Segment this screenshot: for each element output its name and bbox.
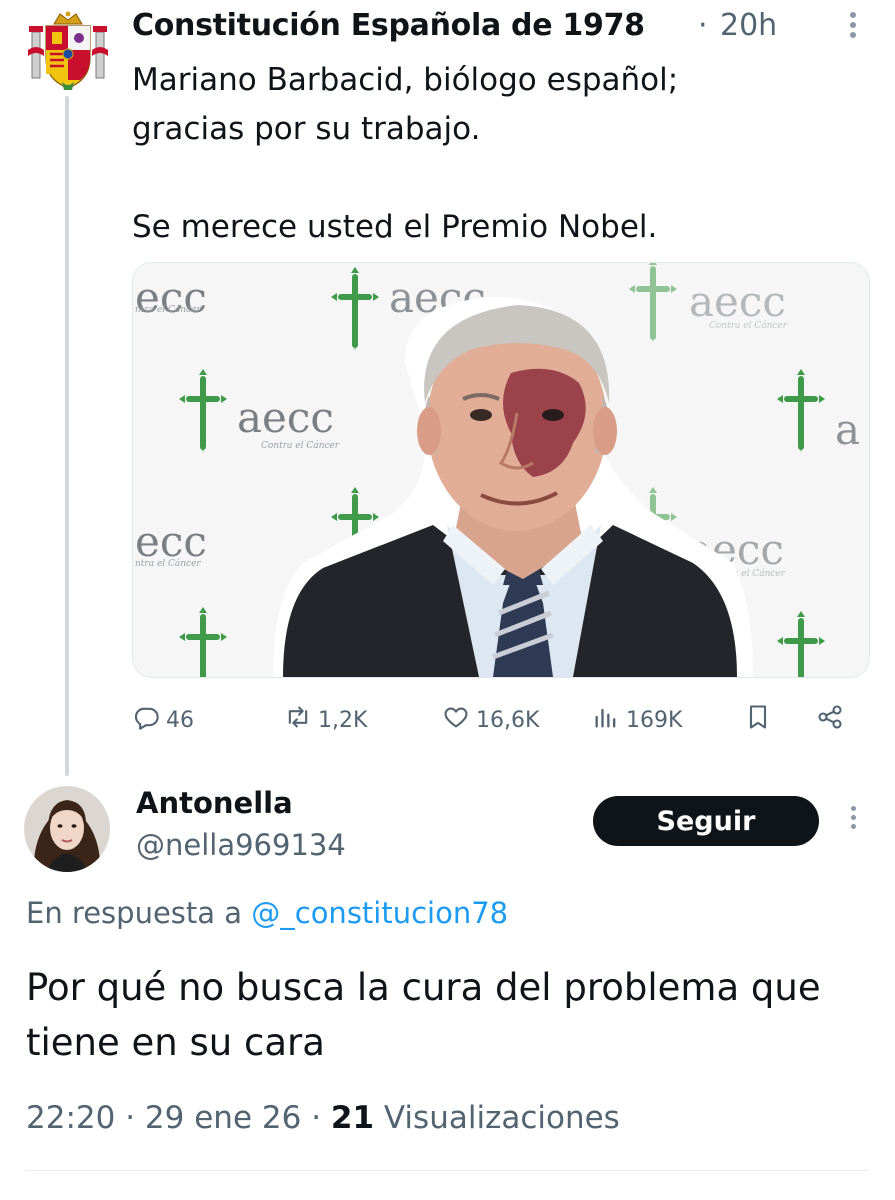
reply-author-name[interactable]: Antonella: [136, 786, 293, 820]
like-count: 16,6K: [476, 707, 540, 733]
views-icon: [592, 703, 620, 737]
tweet-photo[interactable]: ecc ntra el Cáncer aecc aecc Contra el C…: [132, 262, 870, 678]
reply-time[interactable]: 22:20: [26, 1100, 115, 1136]
reply-date[interactable]: 29 ene 26: [145, 1100, 301, 1136]
separator-dot: ·: [698, 8, 708, 43]
repost-button[interactable]: 1,2K: [284, 700, 367, 740]
avatar[interactable]: [24, 786, 110, 872]
divider: [26, 1170, 868, 1171]
repost-count: 1,2K: [318, 707, 368, 733]
reply-text: Por qué no busca la cura del problema qu…: [26, 966, 821, 1064]
separator-dot: ·: [125, 1100, 136, 1136]
bookmark-button[interactable]: [744, 700, 772, 740]
tweet-actions: 46 1,2K 16,6K 169K: [132, 700, 862, 740]
share-icon: [816, 703, 844, 737]
reply-mention-link[interactable]: @_constitucion78: [251, 896, 508, 930]
author-name[interactable]: Constitución Española de 1978: [132, 8, 645, 43]
repost-icon: [284, 703, 312, 737]
reply-author-handle[interactable]: @nella969134: [136, 828, 346, 862]
reply-views-label: Visualizaciones: [383, 1100, 620, 1136]
reply-icon: [132, 703, 160, 737]
tweet-time[interactable]: 20h: [720, 8, 777, 43]
reply-context: En respuesta a @_constitucion78: [26, 896, 508, 930]
thread-line: [65, 96, 69, 776]
reply-views-count: 21: [330, 1100, 375, 1136]
tweet-text: Mariano Barbacid, biólogo español; graci…: [132, 56, 862, 252]
separator-dot: ·: [311, 1100, 322, 1136]
reply-context-prefix: En respuesta a: [26, 896, 252, 930]
like-button[interactable]: 16,6K: [442, 700, 539, 740]
share-button[interactable]: [816, 700, 844, 740]
reply-meta: 22:20 · 29 ene 26 · 21 Visualizaciones: [26, 1100, 620, 1136]
follow-button[interactable]: Seguir: [593, 796, 819, 846]
tweet-text-line: gracias por su trabajo.: [132, 111, 481, 147]
tweet-text-line: Se merece usted el Premio Nobel.: [132, 209, 658, 245]
like-icon: [442, 703, 470, 737]
views-count: 169K: [626, 707, 683, 733]
tweet-text-line: Mariano Barbacid, biólogo español;: [132, 62, 679, 98]
reply-button[interactable]: 46: [132, 700, 194, 740]
views-button[interactable]: 169K: [592, 700, 682, 740]
coat-of-arms-icon[interactable]: [26, 10, 110, 94]
more-icon[interactable]: [838, 8, 868, 52]
reply-count: 46: [166, 707, 194, 733]
more-icon[interactable]: [840, 802, 866, 842]
bookmark-icon: [744, 703, 772, 737]
